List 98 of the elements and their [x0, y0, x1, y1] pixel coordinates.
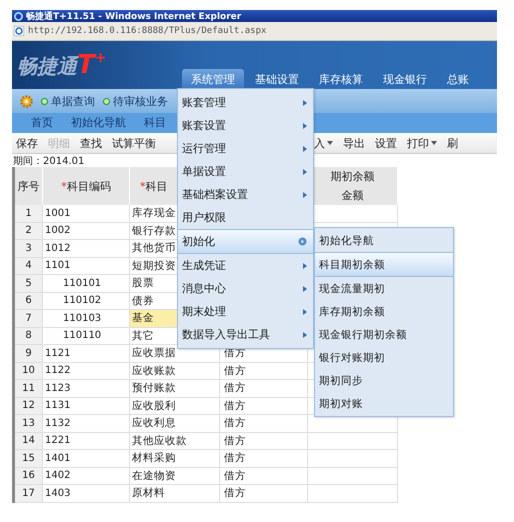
table-cell: 原材料	[130, 485, 220, 502]
row-number: 7	[15, 310, 43, 328]
row-number: 8	[15, 328, 43, 345]
menu-item[interactable]: 运行管理	[178, 137, 313, 160]
table-cell: 1123	[43, 380, 130, 398]
row-number: 4	[15, 258, 43, 275]
toolbar-button[interactable]: 入	[314, 136, 333, 150]
table-cell: 借方	[220, 398, 308, 415]
toolbar-button[interactable]: 查找	[80, 136, 102, 150]
menu-item[interactable]: 银行对账期初	[315, 346, 453, 369]
menu-item[interactable]: 初始化导航	[315, 229, 453, 252]
toolbar-button[interactable]: 打印	[407, 136, 437, 150]
row-number: 11	[15, 380, 43, 398]
window-title: 畅捷通T+11.51 - Windows Internet Explorer	[26, 10, 242, 22]
menu-item[interactable]: 账套设置	[178, 114, 313, 137]
table-cell: 1402	[43, 468, 130, 485]
toolbar-button[interactable]: 保存	[16, 136, 38, 150]
caret-icon	[303, 122, 307, 128]
column-header: *科目编码	[43, 167, 130, 205]
row-number: 9	[15, 345, 43, 362]
nav-tab[interactable]: 现金银行	[374, 69, 436, 89]
caret-icon	[303, 100, 307, 106]
nav-tab[interactable]: 库存核算	[310, 69, 372, 89]
table-cell: 1012	[43, 240, 130, 258]
menu-item[interactable]: 期初对账	[315, 392, 453, 415]
caret-icon	[327, 141, 333, 145]
table-cell: 110101	[43, 275, 130, 292]
menu-item[interactable]: 库存期初余额	[315, 300, 453, 323]
table-cell: 1403	[43, 485, 130, 502]
page-tab[interactable]: 科目	[137, 113, 173, 133]
table-cell: 其他应收款	[130, 432, 220, 450]
period-label: 期间：2014.01	[12, 154, 86, 167]
logo: 畅捷通T+	[16, 50, 108, 80]
quick-link[interactable]: 待审核业务	[103, 94, 168, 108]
toolbar-button[interactable]: 导出	[343, 136, 365, 150]
row-number: 3	[15, 240, 43, 258]
table-cell: 借方	[220, 450, 308, 468]
table-cell: 1001	[43, 205, 130, 222]
menu-item[interactable]: 账套管理	[178, 91, 313, 114]
table-cell: 借方	[220, 380, 308, 398]
table-cell: 借方	[220, 362, 308, 380]
gear-icon	[20, 94, 33, 108]
table-cell: 1132	[43, 415, 130, 432]
row-number: 12	[15, 398, 43, 415]
toolbar-button[interactable]: 设置	[375, 136, 397, 150]
table-cell: 1221	[43, 432, 130, 450]
caret-icon	[303, 146, 307, 152]
row-number: 16	[15, 468, 43, 485]
menu-item[interactable]: 初始化	[178, 229, 313, 254]
row-number: 15	[15, 450, 43, 468]
menu-item[interactable]: 现金流量期初	[315, 277, 453, 300]
browser-icon	[14, 12, 23, 20]
row-number: 5	[15, 275, 43, 292]
table-cell: 1121	[43, 345, 130, 362]
page-tab[interactable]: 初始化导航	[64, 113, 133, 133]
table-cell: 1002	[43, 222, 130, 240]
toolbar-button[interactable]: 刷	[447, 136, 458, 150]
table-cell: 在途物资	[130, 468, 220, 485]
table-cell: 110102	[43, 292, 130, 310]
caret-icon	[431, 141, 437, 145]
browser-icon	[14, 26, 24, 36]
table-cell: 材料采购	[130, 450, 220, 468]
toolbar-button[interactable]: 试算平衡	[112, 136, 156, 150]
menu-item[interactable]: 科目期初余额	[315, 252, 453, 277]
table-cell: 应收账款	[130, 362, 220, 380]
row-number: 13	[15, 415, 43, 432]
quick-link[interactable]: 单据查询	[41, 94, 95, 108]
row-number: 2	[15, 222, 43, 240]
table-cell: 借方	[220, 485, 308, 502]
caret-icon	[303, 332, 307, 338]
table-cell: 110110	[43, 328, 130, 345]
table-cell: 1101	[43, 258, 130, 275]
table-cell: 预付账款	[130, 380, 220, 398]
table-cell: 借方	[220, 415, 308, 432]
menu-item[interactable]: 期初同步	[315, 369, 453, 392]
caret-icon	[303, 286, 307, 292]
column-header: 序号	[15, 167, 43, 205]
table-cell: 1401	[43, 450, 130, 468]
row-number: 17	[15, 485, 43, 502]
table-cell: 110103	[43, 310, 130, 328]
caret-icon	[303, 262, 307, 268]
row-number: 6	[15, 292, 43, 310]
nav-tab[interactable]: 基础设置	[246, 69, 308, 89]
table-cell: 1122	[43, 362, 130, 380]
row-number: 1	[15, 205, 43, 222]
row-number: 14	[15, 432, 43, 450]
url-text[interactable]: http://192.168.0.116:8888/TPlus/Default.aspx	[28, 26, 266, 36]
row-number: 10	[15, 362, 43, 380]
nav-tab[interactable]: 总账	[438, 69, 478, 89]
caret-icon	[303, 308, 307, 314]
table-cell: 借方	[220, 432, 308, 450]
menu-item[interactable]: 现金银行期初余额	[315, 323, 453, 346]
table-cell: 应收利息	[130, 415, 220, 432]
table-cell: 应收股利	[130, 398, 220, 415]
page-tab[interactable]: 首页	[24, 113, 60, 133]
table-cell: 借方	[220, 468, 308, 485]
table-cell: 1131	[43, 398, 130, 415]
chevron-circle-icon	[298, 237, 307, 246]
